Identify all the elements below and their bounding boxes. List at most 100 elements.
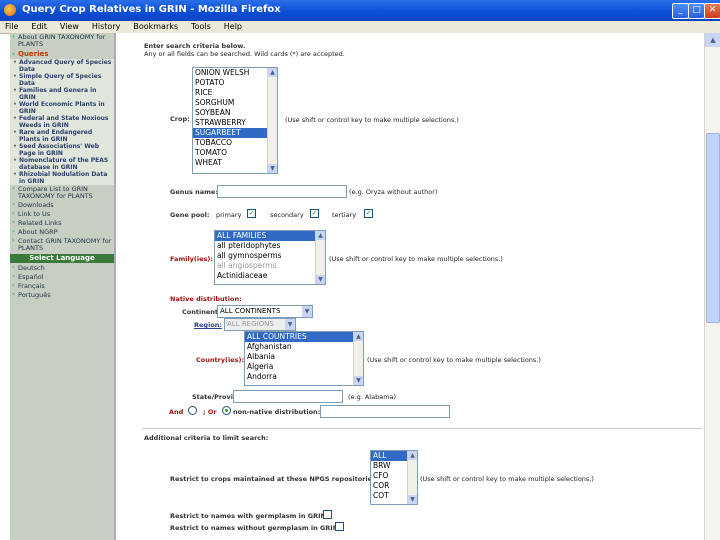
family-hint: (Use shift or control key to make multip… <box>329 255 503 263</box>
sidebar-link[interactable]: Downloads <box>10 201 114 210</box>
sidebar-query-item[interactable]: Federal and State Noxious Weeds in GRIN <box>10 115 114 129</box>
country-option[interactable]: Albania <box>245 352 363 362</box>
country-label: Country(ies): <box>196 356 245 364</box>
country-option[interactable]: Andorra <box>245 372 363 382</box>
genus-input[interactable] <box>217 185 347 198</box>
menu-edit[interactable]: Edit <box>31 21 47 33</box>
or-label: ; Or <box>203 408 217 416</box>
repo-listbox[interactable]: ALL BRW CFO COR COT ▲ ▼ <box>370 450 418 505</box>
crop-option-selected[interactable]: SUGARBEET <box>193 128 277 138</box>
nonnative-input[interactable] <box>320 405 450 418</box>
country-option[interactable]: Afghanistan <box>245 342 363 352</box>
crop-label: Crop: <box>170 115 190 123</box>
tertiary-checkbox[interactable]: ✓ <box>364 209 373 218</box>
language-header: Select Language <box>10 254 114 263</box>
scroll-up-icon[interactable]: ▲ <box>705 33 720 47</box>
scroll-thumb[interactable] <box>706 133 720 323</box>
crop-option[interactable]: TOMATO <box>193 148 277 158</box>
sidebar-queries-label[interactable]: Queries <box>10 49 114 59</box>
region-label[interactable]: Region: <box>194 321 222 329</box>
and-label: And <box>169 408 184 416</box>
no-germplasm-checkbox[interactable] <box>335 522 344 531</box>
nonnative-label: non-native distribution: <box>233 408 321 416</box>
family-option[interactable]: all angiosperms <box>215 261 325 271</box>
family-label: Family(ies): <box>170 255 213 263</box>
form-intro: Enter search criteria below. <box>144 42 246 50</box>
crop-listbox[interactable]: ONION WELSH POTATO RICE SORGHUM SOYBEAN … <box>192 67 278 174</box>
sidebar-query-item[interactable]: Advanced Query of Species Data <box>10 59 114 73</box>
and-radio[interactable] <box>188 406 197 415</box>
continent-label: Continent: <box>182 308 221 316</box>
additional-header: Additional criteria to limit search: <box>144 434 269 442</box>
primary-checkbox[interactable]: ✓ <box>247 209 256 218</box>
sidebar-link[interactable]: Contact GRIN TAXONOMY for PLANTS <box>10 237 114 253</box>
continent-value: ALL CONTINENTS <box>220 307 281 315</box>
language-link[interactable]: Français <box>10 282 114 291</box>
country-option[interactable]: Algeria <box>245 362 363 372</box>
family-option[interactable]: all pteridophytes <box>215 241 325 251</box>
page-scrollbar[interactable]: ▲ <box>704 33 720 540</box>
state-input[interactable] <box>233 390 343 403</box>
genus-label: Genus name: <box>170 188 218 196</box>
region-select[interactable]: ALL REGIONS ▼ <box>224 318 296 331</box>
sidebar-link[interactable]: Compare List to GRIN TAXONOMY for PLANTS <box>10 185 114 201</box>
menu-view[interactable]: View <box>60 21 79 33</box>
sidebar-query-item[interactable]: Simple Query of Species Data <box>10 73 114 87</box>
sidebar-link[interactable]: About NGRP <box>10 228 114 237</box>
family-option[interactable]: all gymnosperms <box>215 251 325 261</box>
repo-label: Restrict to crops maintained at these NP… <box>170 475 379 483</box>
country-option-selected[interactable]: ALL COUNTRIES <box>245 332 363 342</box>
genepool-tertiary-label: tertiary <box>332 211 357 219</box>
genus-hint: (e.g. Oryza without author) <box>349 188 438 196</box>
genepool-label: Gene pool: <box>170 211 210 219</box>
family-option-selected[interactable]: ALL FAMILIES <box>215 231 325 241</box>
minimize-button[interactable]: _ <box>672 3 689 19</box>
crop-hint: (Use shift or control key to make multip… <box>285 116 459 124</box>
maximize-button[interactable]: □ <box>688 3 705 19</box>
menu-tools[interactable]: Tools <box>191 21 211 33</box>
firefox-icon <box>4 4 16 16</box>
crop-option[interactable]: SORGHUM <box>193 98 277 108</box>
family-listbox[interactable]: ALL FAMILIES all pteridophytes all gymno… <box>214 230 326 285</box>
region-value: ALL REGIONS <box>227 320 274 328</box>
crop-scrollbar[interactable]: ▲ ▼ <box>267 68 277 173</box>
crop-option[interactable]: WHEAT <box>193 158 277 168</box>
sidebar-link[interactable]: Related Links <box>10 219 114 228</box>
repo-scrollbar[interactable]: ▲ ▼ <box>407 451 417 504</box>
crop-option[interactable]: ONION WELSH <box>193 68 277 78</box>
native-label: Native distribution: <box>170 295 242 303</box>
sidebar-query-item[interactable]: Rare and Endangered Plants in GRIN <box>10 129 114 143</box>
crop-option[interactable]: RICE <box>193 88 277 98</box>
country-hint: (Use shift or control key to make multip… <box>367 356 541 364</box>
crop-option[interactable]: TOBACCO <box>193 138 277 148</box>
state-hint: (e.g. Alabama) <box>348 393 397 401</box>
sidebar-query-item[interactable]: World Economic Plants in GRIN <box>10 101 114 115</box>
sidebar-link-about[interactable]: About GRIN TAXONOMY for PLANTS <box>10 33 114 49</box>
or-radio[interactable] <box>222 406 231 415</box>
crop-option[interactable]: SOYBEAN <box>193 108 277 118</box>
sidebar-link[interactable]: Link to Us <box>10 210 114 219</box>
country-listbox[interactable]: ALL COUNTRIES Afghanistan Albania Algeri… <box>244 331 364 386</box>
language-link[interactable]: Español <box>10 273 114 282</box>
menu-bookmarks[interactable]: Bookmarks <box>133 21 178 33</box>
continent-select[interactable]: ALL CONTINENTS ▼ <box>217 305 313 318</box>
sidebar: About GRIN TAXONOMY for PLANTS Queries A… <box>10 33 116 540</box>
sidebar-query-item[interactable]: Families and Genera in GRIN <box>10 87 114 101</box>
sidebar-query-item[interactable]: Rhizobial Nodulation Data in GRIN <box>10 171 114 185</box>
genepool-secondary-label: secondary <box>270 211 304 219</box>
germplasm-checkbox[interactable] <box>323 510 332 519</box>
crop-option[interactable]: POTATO <box>193 78 277 88</box>
genepool-primary-label: primary <box>216 211 242 219</box>
language-link[interactable]: Deutsch <box>10 264 114 273</box>
language-link[interactable]: Português <box>10 291 114 300</box>
family-option[interactable]: Actinidiaceae <box>215 271 325 281</box>
close-button[interactable]: ✕ <box>704 3 720 19</box>
crop-option[interactable]: STRAWBERRY <box>193 118 277 128</box>
family-scrollbar[interactable]: ▲ ▼ <box>315 231 325 284</box>
sidebar-query-item[interactable]: Seed Associations' Web Page in GRIN <box>10 143 114 157</box>
menu-history[interactable]: History <box>92 21 120 33</box>
sidebar-query-item[interactable]: Nomenclature of the PEAS database in GRI… <box>10 157 114 171</box>
secondary-checkbox[interactable]: ✓ <box>310 209 319 218</box>
country-scrollbar[interactable]: ▲ ▼ <box>353 332 363 385</box>
menu-help[interactable]: Help <box>224 21 242 33</box>
